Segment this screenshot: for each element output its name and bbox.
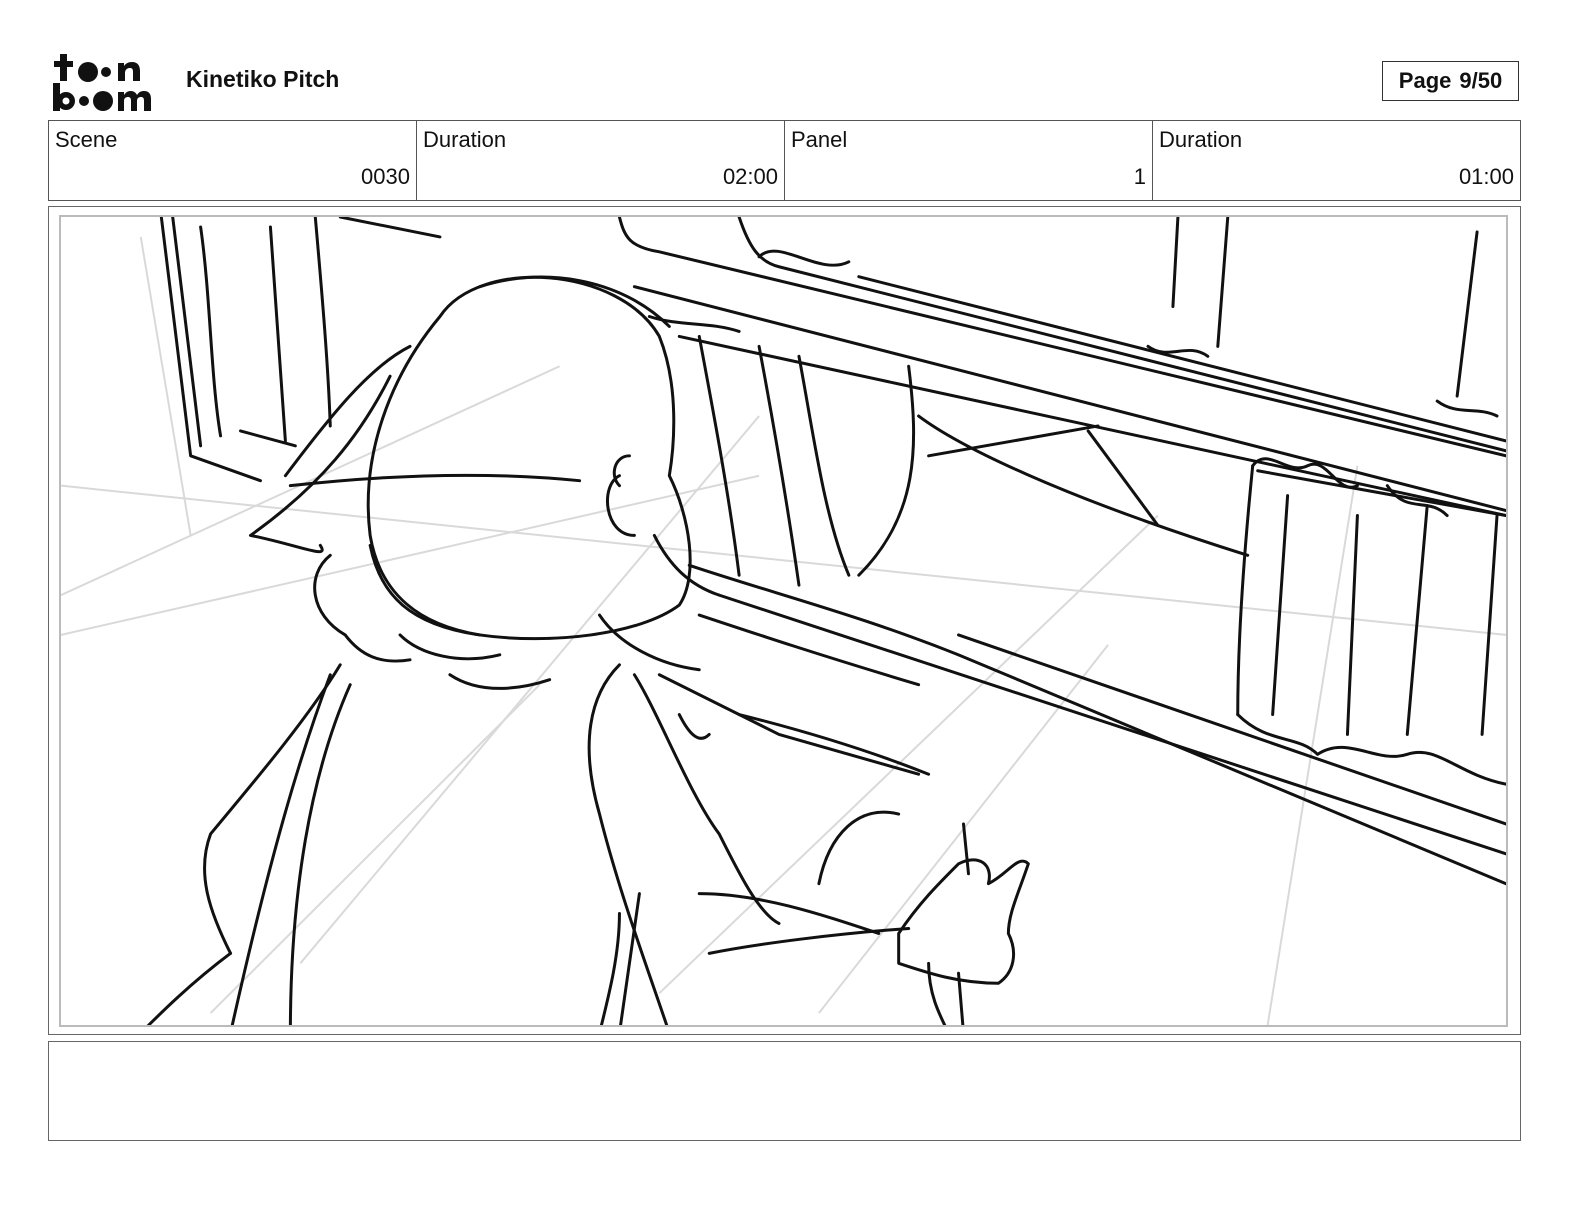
scene-info-table: Scene 0030 Duration 02:00 Panel 1 Durati…	[48, 120, 1521, 201]
panel-label: Panel	[791, 127, 848, 152]
scene-duration-cell: Duration 02:00	[417, 121, 785, 200]
scene-label: Scene	[55, 127, 118, 152]
project-title: Kinetiko Pitch	[186, 66, 340, 92]
panel-sketch	[61, 217, 1506, 1025]
scene-duration-label: Duration	[423, 127, 507, 152]
panel-duration-value: 01:00	[1458, 164, 1514, 189]
toonboom-logo	[50, 50, 165, 114]
caption-box	[48, 1041, 1521, 1141]
scene-cell: Scene 0030	[49, 121, 417, 200]
page-label: Page	[1398, 68, 1452, 93]
storyboard-panel-image	[59, 215, 1508, 1027]
page-indicator: Page 9/50	[1382, 61, 1519, 101]
panel-value: 1	[1133, 164, 1146, 189]
scene-duration-value: 02:00	[722, 164, 778, 189]
panel-cell: Panel 1	[785, 121, 1153, 200]
page-number: 9/50	[1459, 68, 1503, 93]
panel-duration-label: Duration	[1159, 127, 1243, 152]
storyboard-panel-frame	[48, 206, 1521, 1035]
scene-value: 0030	[361, 164, 410, 189]
panel-duration-cell: Duration 01:00	[1153, 121, 1520, 200]
